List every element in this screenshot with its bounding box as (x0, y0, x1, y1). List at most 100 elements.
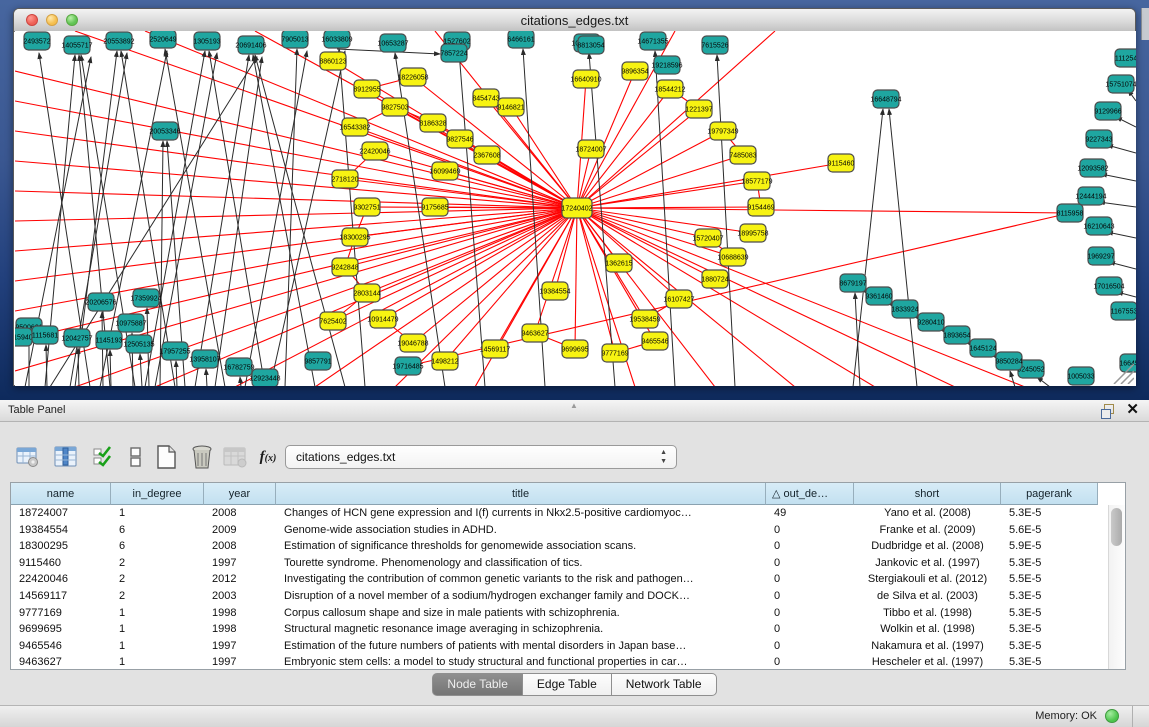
network-node-yellow[interactable]: 18995758 (737, 224, 768, 242)
network-node-yellow[interactable]: 9463627 (521, 324, 548, 342)
function-builder-icon[interactable]: f(x) (254, 442, 282, 472)
network-node-teal[interactable]: 1893654 (943, 326, 970, 344)
network-node-yellow[interactable]: 16640910 (570, 70, 601, 88)
network-node-yellow[interactable]: 1221397 (685, 100, 712, 118)
network-node-yellow[interactable]: 9242848 (331, 258, 358, 276)
network-node-teal[interactable]: 2493572 (23, 32, 50, 50)
network-node-teal[interactable]: 12093582 (1077, 159, 1108, 177)
close-icon[interactable]: ✕ (1126, 402, 1139, 418)
network-node-yellow[interactable]: 18724007 (575, 140, 606, 158)
table-row[interactable]: 1938455462009Genome-wide association stu… (11, 522, 1109, 539)
table-row[interactable]: 1872400712008Changes of HCN gene express… (11, 505, 1109, 522)
network-view-window[interactable]: citations_edges.txt 24935721405571720553… (13, 8, 1136, 386)
network-node-teal[interactable]: 2520649 (149, 31, 176, 48)
network-edge[interactable] (383, 208, 577, 319)
network-node-teal[interactable]: 1115681 (32, 326, 58, 344)
network-edge[interactable] (339, 49, 365, 386)
network-node-yellow[interactable]: 1362615 (605, 254, 632, 272)
network-node-yellow[interactable]: 9699695 (561, 340, 588, 358)
network-node-yellow[interactable]: 9777169 (601, 344, 628, 362)
column-header-1[interactable]: in_degree (111, 483, 204, 505)
network-node-yellow[interactable]: 9827546 (446, 130, 473, 148)
network-node-teal[interactable]: 9227343 (1085, 130, 1112, 148)
network-edge[interactable] (255, 55, 345, 386)
network-node-yellow[interactable]: 16107427 (663, 290, 694, 308)
network-edge[interactable] (1010, 371, 1015, 386)
network-node-yellow[interactable]: 1880724 (701, 270, 728, 288)
network-node-teal[interactable]: 20206576 (85, 293, 116, 311)
network-node-yellow[interactable]: 10688639 (717, 248, 748, 266)
network-node-teal[interactable]: 1112544 (1115, 49, 1136, 67)
network-node-teal[interactable]: 16782759 (223, 358, 254, 376)
network-node-teal[interactable]: 12505135 (123, 335, 154, 353)
network-node-teal[interactable]: 3915940 (15, 328, 33, 346)
network-node-teal[interactable]: 7857224 (440, 44, 467, 62)
network-node-teal[interactable]: 1167553 (1111, 302, 1136, 320)
network-node-teal[interactable]: 9129966 (1094, 102, 1121, 120)
network-node-yellow[interactable]: 2718120 (331, 170, 358, 188)
network-node-teal[interactable]: 20691406 (235, 36, 266, 54)
table-row[interactable]: 969969511998Structural magnetic resonanc… (11, 621, 1109, 638)
network-edge[interactable] (1099, 202, 1136, 207)
network-node-teal[interactable]: 17359924 (130, 289, 161, 307)
network-node-teal[interactable]: 1833924 (891, 300, 918, 318)
network-node-teal[interactable]: 12042757 (61, 329, 92, 347)
network-node-yellow[interactable]: 18226058 (397, 68, 428, 86)
table-row[interactable]: 911546021997Tourette syndrome. Phenomeno… (11, 555, 1109, 572)
new-document-icon[interactable] (152, 442, 180, 472)
column-header-5[interactable]: short (854, 483, 1001, 505)
column-header-0[interactable]: name (11, 483, 111, 505)
network-node-yellow[interactable]: 8912955 (353, 80, 380, 98)
merge-rows-icon[interactable] (122, 442, 150, 472)
network-node-teal[interactable]: 1645124 (969, 339, 996, 357)
network-node-teal[interactable]: 17016504 (1093, 277, 1124, 295)
network-node-yellow[interactable]: 2803144 (353, 284, 380, 302)
network-node-teal[interactable]: 19218596 (651, 56, 682, 74)
network-edge[interactable] (333, 208, 577, 321)
network-node-yellow[interactable]: 9154469 (747, 198, 774, 216)
network-edge[interactable] (140, 354, 142, 386)
vertical-scrollbar[interactable] (1108, 505, 1125, 669)
delete-icon[interactable] (188, 442, 216, 472)
network-node-yellow[interactable]: 2367608 (473, 146, 500, 164)
network-edge[interactable] (577, 208, 615, 353)
network-node-yellow[interactable]: 19384554 (539, 282, 570, 300)
network-node-teal[interactable]: 1305193 (193, 32, 220, 50)
network-node-yellow[interactable]: 7485083 (729, 146, 756, 164)
network-node-teal[interactable]: 10653287 (377, 34, 408, 52)
network-node-yellow[interactable]: 9827503 (381, 98, 408, 116)
network-edge[interactable] (589, 53, 615, 386)
network-node-yellow[interactable]: 19797349 (707, 122, 738, 140)
network-canvas[interactable]: 2493572140557172055389225206491305193206… (15, 31, 1136, 386)
network-node-teal[interactable]: 16648794 (870, 90, 901, 108)
network-edge[interactable] (176, 361, 177, 386)
network-node-yellow[interactable]: 15720407 (692, 229, 723, 247)
citation-network-graph[interactable]: 2493572140557172055389225206491305193206… (15, 31, 1136, 386)
tab-node-table[interactable]: Node Table (432, 673, 523, 696)
network-node-teal[interactable]: 7905013 (281, 31, 308, 48)
network-node-yellow[interactable]: 9115460 (828, 154, 855, 172)
resize-grip-icon[interactable] (1108, 362, 1134, 384)
network-node-teal[interactable]: 8813054 (577, 36, 604, 54)
network-node-teal[interactable]: 9850284 (995, 352, 1022, 370)
network-node-yellow[interactable]: 10914479 (367, 310, 398, 328)
delete-table-icon[interactable] (222, 442, 250, 472)
table-row[interactable]: 1456911722003Disruption of a novel membe… (11, 588, 1109, 605)
network-edge[interactable] (413, 208, 577, 343)
network-node-teal[interactable]: 13958107 (189, 350, 220, 368)
network-edge[interactable] (889, 109, 917, 386)
network-edge[interactable] (46, 345, 47, 386)
network-node-teal[interactable]: 7615526 (701, 36, 728, 54)
network-node-yellow[interactable]: 19538459 (629, 310, 660, 328)
network-node-teal[interactable]: 17957255 (159, 342, 190, 360)
network-node-teal[interactable]: 1145193 (96, 331, 123, 349)
network-node-teal[interactable]: 16033809 (321, 31, 352, 48)
network-node-teal[interactable]: 1969297 (1087, 247, 1114, 265)
network-node-teal[interactable]: 14055717 (61, 36, 92, 54)
table-row[interactable]: 1830029562008Estimation of significance … (11, 538, 1109, 555)
scrollbar-thumb[interactable] (1111, 508, 1122, 546)
network-node-teal[interactable]: 19716485 (392, 357, 423, 375)
network-node-yellow[interactable]: 9175685 (421, 198, 448, 216)
network-node-yellow[interactable]: 19046788 (397, 334, 428, 352)
network-node-yellow[interactable]: 9146821 (497, 98, 524, 116)
